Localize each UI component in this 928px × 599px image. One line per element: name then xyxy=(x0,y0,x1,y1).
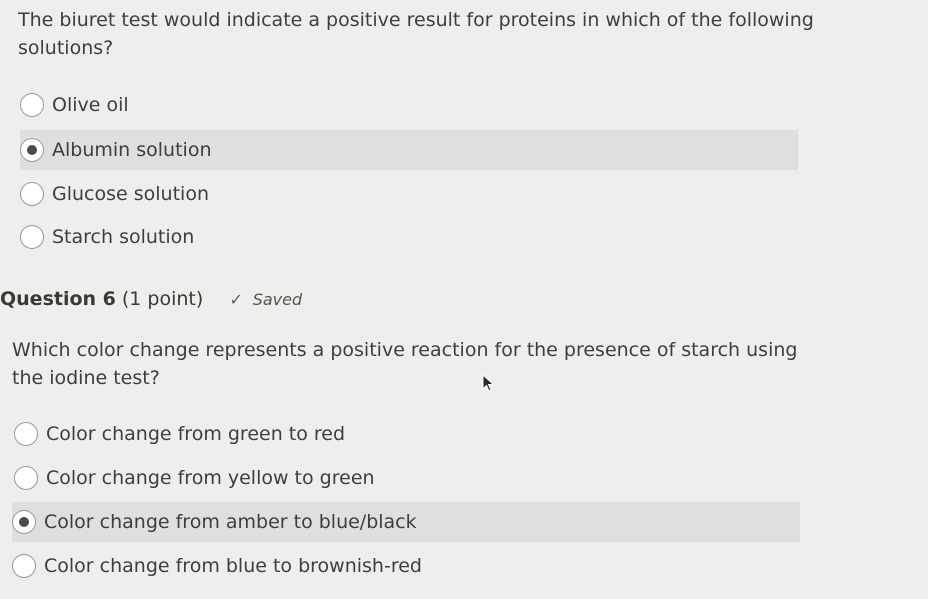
option-label: Glucose solution xyxy=(52,183,209,205)
question-number: Question 6 xyxy=(0,288,116,310)
q6-option-amber-to-blue-black[interactable]: Color change from amber to blue/black xyxy=(12,502,800,542)
option-label: Starch solution xyxy=(52,226,195,248)
q5-option-starch-solution[interactable]: Starch solution xyxy=(20,217,800,257)
radio-button[interactable] xyxy=(12,554,36,578)
option-label: Color change from blue to brownish-red xyxy=(44,555,422,577)
radio-dot xyxy=(19,517,29,527)
option-label: Color change from amber to blue/black xyxy=(44,511,417,533)
radio-button[interactable] xyxy=(20,182,44,206)
q6-option-green-to-red[interactable]: Color change from green to red xyxy=(14,414,800,454)
question-points: (1 point) xyxy=(121,288,204,310)
radio-button[interactable] xyxy=(14,422,38,446)
option-label: Olive oil xyxy=(52,94,129,116)
checkmark-icon: ✓ xyxy=(229,290,243,309)
radio-button-selected[interactable] xyxy=(20,138,44,162)
question-5-text: The biuret test would indicate a positiv… xyxy=(18,9,814,59)
option-label: Albumin solution xyxy=(52,139,212,161)
saved-status: ✓ Saved xyxy=(229,290,302,309)
mouse-pointer-icon xyxy=(482,374,495,392)
radio-button-selected[interactable] xyxy=(12,510,36,534)
radio-button[interactable] xyxy=(20,93,44,117)
q5-option-albumin-solution[interactable]: Albumin solution xyxy=(20,130,798,170)
radio-dot xyxy=(27,145,37,155)
q5-option-glucose-solution[interactable]: Glucose solution xyxy=(20,174,800,214)
q5-option-olive-oil[interactable]: Olive oil xyxy=(20,85,800,125)
q6-option-yellow-to-green[interactable]: Color change from yellow to green xyxy=(14,458,800,498)
q6-option-blue-to-brownish-red[interactable]: Color change from blue to brownish-red xyxy=(12,546,800,586)
option-label: Color change from green to red xyxy=(46,423,346,445)
radio-button[interactable] xyxy=(14,466,38,490)
question-6-header: Question 6 (1 point) ✓ Saved xyxy=(0,288,302,310)
radio-button[interactable] xyxy=(20,225,44,249)
question-6-text: Which color change represents a positive… xyxy=(12,339,798,389)
option-label: Color change from yellow to green xyxy=(46,467,375,489)
saved-label: Saved xyxy=(252,290,303,309)
